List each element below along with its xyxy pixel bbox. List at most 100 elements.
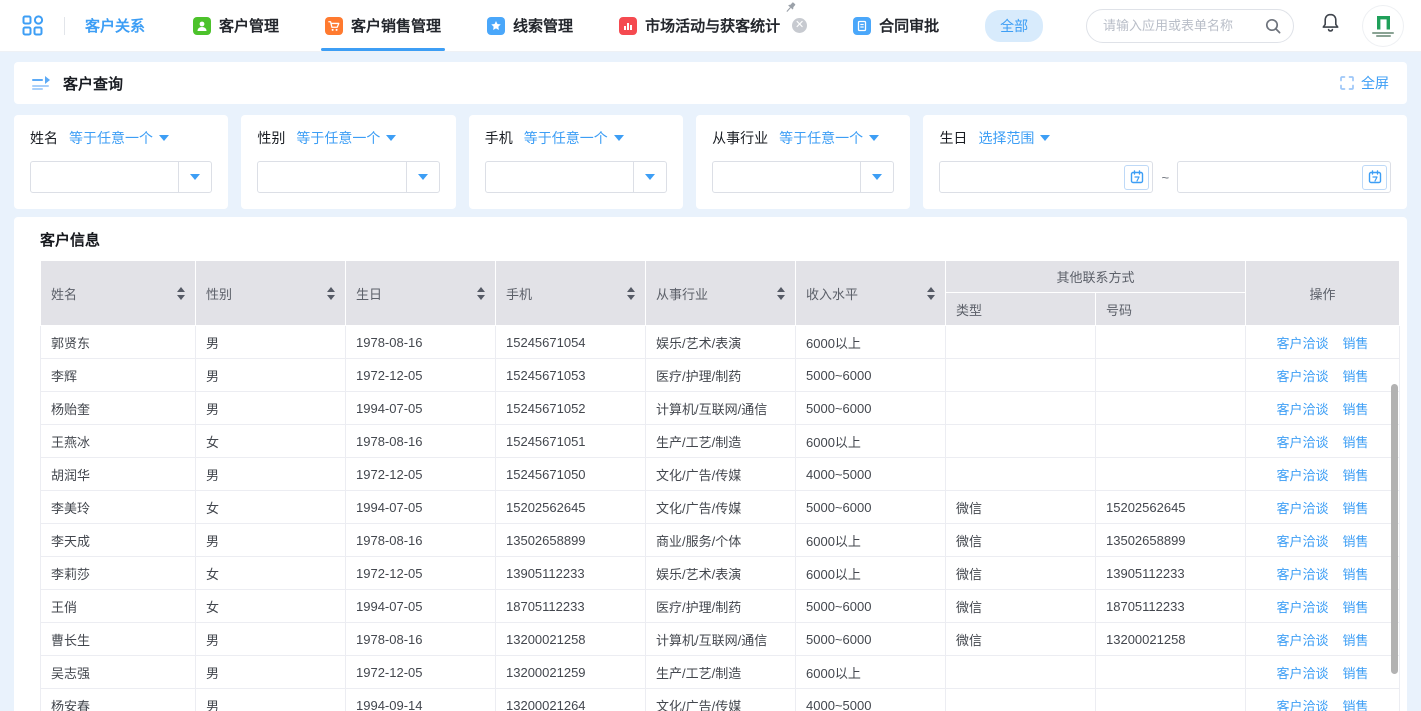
vertical-scrollbar[interactable] (1391, 384, 1398, 674)
select-arrow-button[interactable] (860, 162, 893, 192)
customer-negotiation-link[interactable]: 客户洽谈 (1277, 336, 1329, 351)
cell-phone: 15245671052 (496, 392, 646, 425)
page-title: 客户查询 (63, 73, 123, 94)
company-logo[interactable] (1363, 6, 1403, 46)
select-arrow-button[interactable] (178, 162, 211, 192)
sales-link[interactable]: 销售 (1343, 534, 1369, 549)
cell-contact_number: 15202562645 (1096, 491, 1246, 524)
sales-link[interactable]: 销售 (1343, 369, 1369, 384)
tab-label: 客户管理 (219, 15, 279, 36)
chevron-down-icon (159, 135, 169, 141)
cell-contact_type (946, 425, 1096, 458)
sales-link[interactable]: 销售 (1343, 468, 1369, 483)
cell-contact_type: 微信 (946, 590, 1096, 623)
cell-industry: 娱乐/艺术/表演 (646, 326, 796, 359)
customer-negotiation-link[interactable]: 客户洽谈 (1277, 369, 1329, 384)
customer-negotiation-link[interactable]: 客户洽谈 (1277, 501, 1329, 516)
cell-gender: 男 (196, 458, 346, 491)
filter-select-gender[interactable] (257, 161, 439, 193)
filter-condition-dropdown[interactable]: 等于任意一个 (779, 128, 879, 148)
cell-name: 王燕冰 (41, 425, 196, 458)
calendar-icon[interactable] (1362, 165, 1387, 190)
sales-link[interactable]: 销售 (1343, 501, 1369, 516)
sales-link[interactable]: 销售 (1343, 336, 1369, 351)
sales-link[interactable]: 销售 (1343, 600, 1369, 615)
filter-select-industry[interactable] (712, 161, 894, 193)
customer-negotiation-link[interactable]: 客户洽谈 (1277, 534, 1329, 549)
customer-negotiation-link[interactable]: 客户洽谈 (1277, 600, 1329, 615)
sales-link[interactable]: 销售 (1343, 633, 1369, 648)
filter-condition-dropdown[interactable]: 等于任意一个 (296, 128, 396, 148)
sales-link[interactable]: 销售 (1343, 567, 1369, 582)
cell-name: 李天成 (41, 524, 196, 557)
tab-leads-management[interactable]: 线索管理 (487, 15, 573, 36)
tab-marketing-stats[interactable]: 市场活动与获客统计 ✕ (619, 15, 807, 36)
date-end-field[interactable] (1177, 161, 1391, 193)
search-icon[interactable] (1264, 17, 1282, 35)
cell-income: 5000~6000 (796, 623, 946, 656)
cell-gender: 男 (196, 623, 346, 656)
cell-birthday: 1994-07-05 (346, 491, 496, 524)
filter-condition-dropdown[interactable]: 等于任意一个 (524, 128, 624, 148)
cell-industry: 医疗/护理/制药 (646, 590, 796, 623)
filter-condition-dropdown[interactable]: 等于任意一个 (69, 128, 169, 148)
calendar-icon[interactable] (1124, 165, 1149, 190)
cell-birthday: 1978-08-16 (346, 326, 496, 359)
customer-table: 姓名 性别 生日 手机 (40, 260, 1400, 711)
cell-industry: 生产/工艺/制造 (646, 425, 796, 458)
cell-contact_number (1096, 689, 1246, 711)
cell-gender: 女 (196, 590, 346, 623)
customer-negotiation-link[interactable]: 客户洽谈 (1277, 402, 1329, 417)
cell-name: 杨贻奎 (41, 392, 196, 425)
customer-negotiation-link[interactable]: 客户洽谈 (1277, 699, 1329, 711)
customer-negotiation-link[interactable]: 客户洽谈 (1277, 633, 1329, 648)
filter-condition-dropdown[interactable]: 选择范围 (978, 128, 1050, 148)
sort-icon[interactable] (327, 287, 335, 300)
filter-select-name[interactable] (30, 161, 212, 193)
customer-negotiation-link[interactable]: 客户洽谈 (1277, 468, 1329, 483)
search-input[interactable] (1086, 9, 1294, 43)
cell-gender: 女 (196, 491, 346, 524)
fullscreen-icon (1340, 76, 1354, 90)
tab-customer-sales-management[interactable]: 客户销售管理 (325, 15, 441, 36)
close-tab-icon[interactable]: ✕ (792, 18, 807, 33)
filter-card-name: 姓名 等于任意一个 (14, 115, 228, 209)
cell-industry: 计算机/互联网/通信 (646, 392, 796, 425)
tab-contract-approval[interactable]: 合同审批 (853, 15, 939, 36)
sales-link[interactable]: 销售 (1343, 435, 1369, 450)
all-apps-button[interactable]: 全部 (985, 10, 1043, 42)
column-header-gender: 性别 (196, 261, 346, 326)
cell-birthday: 1972-12-05 (346, 359, 496, 392)
customer-negotiation-link[interactable]: 客户洽谈 (1277, 567, 1329, 582)
table-row: 王燕冰女1978-08-1615245671051生产/工艺/制造6000以上客… (41, 425, 1400, 458)
sales-link[interactable]: 销售 (1343, 402, 1369, 417)
select-arrow-button[interactable] (406, 162, 439, 192)
date-start-input[interactable] (948, 170, 1124, 185)
date-end-input[interactable] (1186, 170, 1362, 185)
cell-industry: 文化/广告/传媒 (646, 458, 796, 491)
filter-select-phone[interactable] (485, 161, 667, 193)
collapse-menu-icon[interactable] (32, 76, 50, 90)
row-actions: 客户洽谈销售 (1246, 326, 1400, 359)
select-arrow-button[interactable] (633, 162, 666, 192)
customer-negotiation-link[interactable]: 客户洽谈 (1277, 435, 1329, 450)
fullscreen-button[interactable]: 全屏 (1340, 73, 1389, 93)
home-workspace-link[interactable]: 客户关系 (85, 15, 145, 36)
cell-contact_number: 13200021258 (1096, 623, 1246, 656)
cell-phone: 15245671050 (496, 458, 646, 491)
date-start-field[interactable] (939, 161, 1153, 193)
sort-icon[interactable] (177, 287, 185, 300)
chevron-down-icon (1040, 135, 1050, 141)
sort-icon[interactable] (627, 287, 635, 300)
notifications-bell-icon[interactable] (1320, 12, 1341, 39)
cell-gender: 男 (196, 326, 346, 359)
tab-customer-management[interactable]: 客户管理 (193, 15, 279, 36)
customer-negotiation-link[interactable]: 客户洽谈 (1277, 666, 1329, 681)
sort-icon[interactable] (777, 287, 785, 300)
cell-income: 5000~6000 (796, 590, 946, 623)
apps-grid-icon[interactable] (22, 15, 44, 37)
sales-link[interactable]: 销售 (1343, 666, 1369, 681)
sales-link[interactable]: 销售 (1343, 699, 1369, 711)
sort-icon[interactable] (927, 287, 935, 300)
sort-icon[interactable] (477, 287, 485, 300)
